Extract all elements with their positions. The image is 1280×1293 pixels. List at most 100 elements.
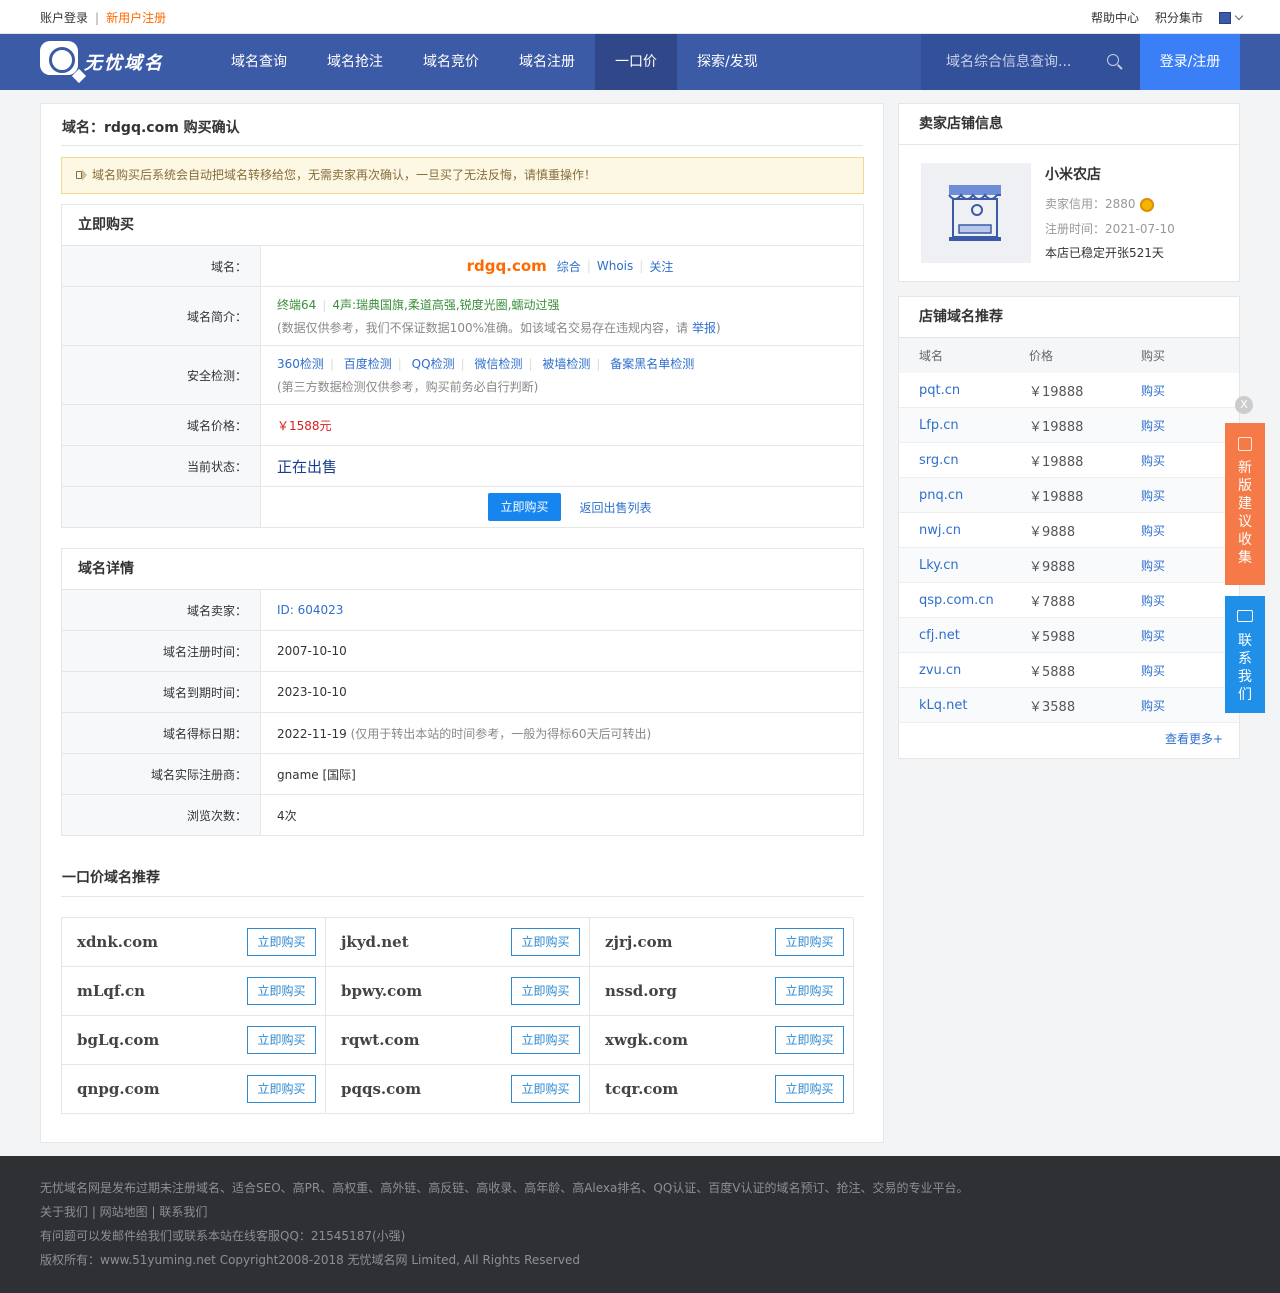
recommend-item: mLqf.cn 立即购买 [62, 967, 326, 1016]
shop-domain-link[interactable]: zvu.cn [899, 663, 1029, 678]
recommend-domain[interactable]: tcqr.com [605, 1080, 678, 1098]
account-login-link[interactable]: 账户登录 [40, 11, 88, 25]
check-blacklist-link[interactable]: 备案黑名单检测 [610, 357, 694, 371]
follow-link[interactable]: 关注 [649, 258, 673, 275]
column-header: 价格 [1029, 349, 1054, 363]
account-links: 账户登录 | 新用户注册 [40, 9, 166, 26]
report-link[interactable]: 举报 [692, 321, 716, 335]
recommend-buy-button[interactable]: 立即购买 [511, 1026, 580, 1054]
shop-domain-link[interactable]: cfj.net [899, 628, 1029, 643]
check-wall-link[interactable]: 被墙检测 [542, 357, 590, 371]
shop-domain-link[interactable]: srg.cn [899, 453, 1029, 468]
recommend-item: bgLq.com 立即购买 [62, 1016, 326, 1065]
shop-domain-link[interactable]: Lfp.cn [899, 418, 1029, 433]
recommend-buy-button[interactable]: 立即购买 [511, 977, 580, 1005]
shop-reg-time: 注册时间：2021-07-10 [1045, 222, 1175, 236]
site-logo[interactable]: 无忧域名 [40, 41, 190, 84]
view-more-link[interactable]: 查看更多+ [1165, 730, 1223, 747]
recommend-buy-button[interactable]: 立即购买 [775, 1075, 844, 1103]
recommend-domain[interactable]: qnpg.com [77, 1080, 160, 1098]
recommend-domain[interactable]: xdnk.com [77, 933, 158, 951]
recommend-buy-button[interactable]: 立即购买 [775, 928, 844, 956]
recommend-buy-button[interactable]: 立即购买 [511, 928, 580, 956]
nav-item-fixed-price[interactable]: 一口价 [595, 34, 677, 90]
table-row: pnq.cn ￥19888 购买 [899, 478, 1239, 513]
whois-link[interactable]: Whois [597, 259, 633, 273]
detail-value: gname [国际] [277, 767, 356, 782]
recommend-domain[interactable]: bgLq.com [77, 1031, 159, 1049]
detail-box-header: 域名详情 [62, 549, 863, 590]
nav-item-domain-query[interactable]: 域名查询 [211, 34, 307, 90]
shop-domain-link[interactable]: Lky.cn [899, 558, 1029, 573]
contact-us-tab[interactable]: 联系我们 [1225, 596, 1265, 713]
shop-domain-link[interactable]: pnq.cn [899, 488, 1029, 503]
recommend-domain[interactable]: pqqs.com [341, 1080, 421, 1098]
recommend-item: xdnk.com 立即购买 [62, 918, 326, 967]
search-input[interactable] [921, 34, 1101, 90]
recommend-buy-button[interactable]: 立即购买 [247, 928, 316, 956]
shop-name[interactable]: 小米农店 [1045, 164, 1101, 184]
recommend-item: nssd.org 立即购买 [590, 967, 854, 1016]
recommend-buy-button[interactable]: 立即购买 [775, 977, 844, 1005]
footer-contact: 有问题可以发邮件给我们或联系本站在线客服QQ：21545187(小强) [40, 1229, 406, 1243]
search-icon[interactable] [1107, 54, 1119, 66]
recommend-domain[interactable]: xwgk.com [605, 1031, 688, 1049]
back-to-list-link[interactable]: 返回出售列表 [580, 499, 652, 516]
detail-label: 域名实际注册商： [62, 754, 261, 794]
buy-now-button[interactable]: 立即购买 [488, 493, 561, 521]
recommend-title: 一口价域名推荐 [62, 870, 160, 886]
recommend-item: qnpg.com 立即购买 [62, 1065, 326, 1114]
purchase-panel: 域名：rdgq.com 购买确认 域名购买后系统会自动把域名转移给您，无需卖家再… [40, 103, 884, 1143]
nav-menu: 域名查询 域名抢注 域名竞价 域名注册 一口价 探索/发现 [211, 34, 778, 90]
nav-item-explore[interactable]: 探索/发现 [677, 34, 778, 90]
recommend-buy-button[interactable]: 立即购买 [775, 1026, 844, 1054]
recommend-buy-button[interactable]: 立即购买 [247, 1075, 316, 1103]
language-selector[interactable] [1219, 11, 1244, 25]
footer-links[interactable]: 关于我们 | 网站地图 | 联系我们 [40, 1203, 207, 1220]
nav-item-domain-register[interactable]: 域名注册 [499, 34, 595, 90]
nav-item-domain-snap[interactable]: 域名抢注 [307, 34, 403, 90]
recommend-domain[interactable]: nssd.org [605, 982, 677, 1000]
shop-domain-link[interactable]: kLq.net [899, 698, 1029, 713]
shop-domain-price: ￥19888 [1029, 454, 1084, 470]
recommend-buy-button[interactable]: 立即购买 [247, 1026, 316, 1054]
detail-row: 域名得标日期： 2022-11-19 (仅用于转出本站的时间参考，一般为得标60… [62, 713, 863, 754]
nav-item-domain-auction[interactable]: 域名竞价 [403, 34, 499, 90]
close-icon[interactable]: X [1235, 396, 1253, 414]
shop-domain-link[interactable]: nwj.cn [899, 523, 1029, 538]
overview-link[interactable]: 综合 [557, 258, 581, 275]
shop-avatar[interactable] [921, 163, 1031, 263]
recommend-domain[interactable]: jkyd.net [341, 933, 409, 951]
flag-icon [1219, 12, 1231, 24]
detail-value: 4次 [277, 808, 297, 823]
table-header: 域名 价格 购买 [899, 338, 1239, 373]
check-qq-link[interactable]: QQ检测 [412, 357, 455, 371]
buy-now-box: 立即购买 域名： rdgq.com 综合 | Whois | 关注 域名简介： 终端… [61, 204, 864, 528]
recommend-item: bpwy.com 立即购买 [326, 967, 590, 1016]
check-baidu-link[interactable]: 百度检测 [344, 357, 392, 371]
check-wechat-link[interactable]: 微信检测 [474, 357, 522, 371]
paren: ) [716, 321, 721, 335]
recommend-domain[interactable]: rqwt.com [341, 1031, 419, 1049]
register-link[interactable]: 新用户注册 [106, 11, 166, 25]
domain-row: 域名： rdgq.com 综合 | Whois | 关注 [62, 246, 863, 287]
recommend-domain[interactable]: mLqf.cn [77, 982, 145, 1000]
seller-id-link[interactable]: ID: 604023 [277, 603, 863, 617]
feedback-tab[interactable]: 新版建议收集 [1225, 423, 1265, 585]
recommend-domain[interactable]: bpwy.com [341, 982, 422, 1000]
shop-domain-buy-link[interactable]: 购买 [1141, 382, 1239, 399]
help-center-link[interactable]: 帮助中心 [1091, 9, 1139, 26]
purchase-notice: 域名购买后系统会自动把域名转移给您，无需卖家再次确认，一旦买了无法反悔，请慎重操… [61, 157, 864, 194]
recommend-buy-button[interactable]: 立即购买 [247, 977, 316, 1005]
shop-domain-link[interactable]: qsp.com.cn [899, 593, 1029, 608]
detail-value: 2007-10-10 [277, 644, 347, 658]
table-row: srg.cn ￥19888 购买 [899, 443, 1239, 478]
security-row: 安全检测： 360检测 | 百度检测 | QQ检测 | 微信检测 | 被墙检测 | 备案黑… [62, 346, 863, 405]
login-register-button[interactable]: 登录/注册 [1140, 34, 1240, 90]
recommend-domain[interactable]: zjrj.com [605, 933, 673, 951]
points-market-link[interactable]: 积分集市 [1155, 9, 1203, 26]
recommend-buy-button[interactable]: 立即购买 [511, 1075, 580, 1103]
check-360-link[interactable]: 360检测 [277, 357, 324, 371]
shop-domain-link[interactable]: pqt.cn [899, 383, 1029, 398]
divider [61, 145, 863, 146]
